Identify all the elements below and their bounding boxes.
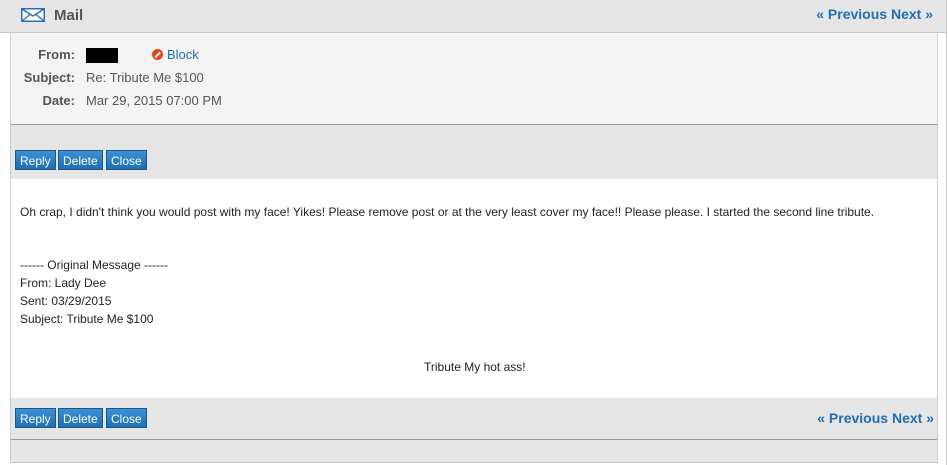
reply-button-bottom[interactable]: Reply [15,408,56,428]
pager-bottom: « Previous Next » [817,410,934,426]
next-link[interactable]: Next » [891,6,933,22]
original-message-header: ------ Original Message ------ [20,258,168,272]
previous-link[interactable]: « Previous [816,6,887,22]
delete-button-bottom[interactable]: Delete [58,408,103,428]
close-button[interactable]: Close [106,150,147,170]
block-label: Block [167,47,199,62]
toolbar-top: Reply Delete Close [10,125,938,179]
reply-button[interactable]: Reply [15,150,56,170]
page-title: Mail [54,7,84,24]
reply-text: Oh crap, I didn't think you would post w… [20,205,875,219]
footer-bar [10,440,938,463]
block-button[interactable]: Block [152,47,199,62]
original-from: From: Lady Dee [20,276,107,290]
mail-header: Mail « Previous Next » [0,0,946,33]
date-value: Mar 29, 2015 07:00 PM [86,93,222,108]
toolbar-bottom: Reply Delete Close « Previous Next » [10,398,938,440]
original-subject: Subject: Tribute Me $100 [20,312,154,326]
redacted-sender [86,48,118,64]
close-button-bottom[interactable]: Close [106,408,147,428]
block-icon [152,49,163,60]
envelope-icon [21,8,45,22]
from-label: From: [38,47,75,62]
original-sent: Sent: 03/29/2015 [20,294,112,308]
pager-top: « Previous Next » [816,6,933,22]
previous-link-bottom[interactable]: « Previous [817,410,888,426]
message-body: Oh crap, I didn't think you would post w… [10,180,938,398]
original-body: Tribute My hot ass! [424,360,526,374]
next-link-bottom[interactable]: Next » [892,410,934,426]
subject-value: Re: Tribute Me $100 [86,70,204,85]
from-value [86,47,118,64]
message-meta: From: Block Subject: Re: Tribute Me $100… [10,33,938,125]
mail-window: Mail « Previous Next » From: Block Subje… [0,0,947,465]
delete-button[interactable]: Delete [58,150,103,170]
subject-label: Subject: [23,70,75,85]
date-label: Date: [42,93,75,108]
